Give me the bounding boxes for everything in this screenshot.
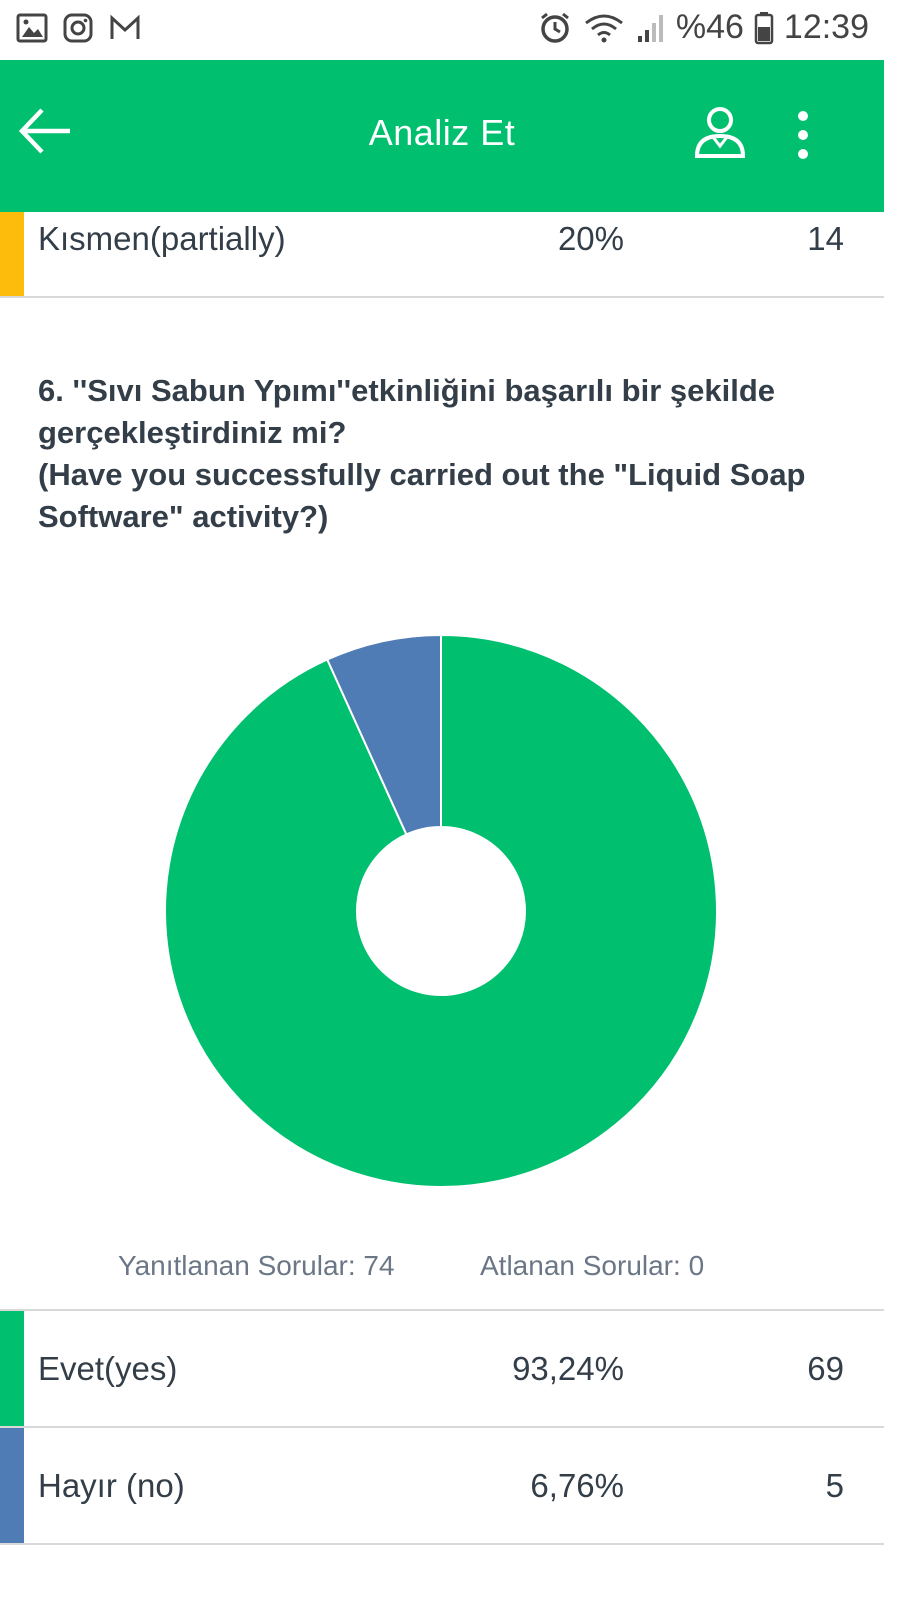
answer-color-bar <box>0 212 24 296</box>
answer-percent: 6,76% <box>530 1466 624 1504</box>
alarm-icon <box>540 12 569 43</box>
question-line: gerçekleştirdiniz mi? <box>38 415 347 450</box>
gmail-icon <box>110 14 140 39</box>
answer-count: 69 <box>807 1349 844 1387</box>
answer-row-no: Hayır (no) 6,76% 5 <box>0 1428 884 1545</box>
question-line: Software" activity?) <box>38 499 329 534</box>
skipped-count: Atlanan Sorular: 0 <box>480 1250 705 1281</box>
battery-icon <box>754 11 774 44</box>
more-vertical-icon[interactable] <box>788 110 818 160</box>
answered-count: Yanıtlanan Sorular: 74 <box>118 1250 395 1281</box>
answer-count: 14 <box>807 220 844 257</box>
user-icon[interactable] <box>693 104 747 160</box>
wifi-icon <box>584 14 623 42</box>
question-line: 6. ''Sıvı Sabun Ypımı''etkinliğini başar… <box>38 373 775 408</box>
answer-label: Hayır (no) <box>38 1466 185 1504</box>
clock: 12:39 <box>783 8 869 46</box>
answer-color-bar <box>0 1428 24 1543</box>
answer-percent: 20% <box>557 220 624 257</box>
answer-label: Kısmen(partially) <box>38 220 286 257</box>
app-bar: Analiz Et <box>0 60 884 212</box>
gallery-icon <box>16 13 48 43</box>
question-line: (Have you successfully carried out the "… <box>38 457 806 492</box>
answer-row-yes: Evet(yes) 93,24% 69 <box>0 1311 884 1428</box>
question-title: 6. ''Sıvı Sabun Ypımı''etkinliğini başar… <box>38 370 858 538</box>
answer-row-partially: Kısmen(partially) 20% 14 <box>0 212 884 298</box>
status-bar: %46 12:39 <box>0 0 899 60</box>
donut-chart <box>164 633 718 1188</box>
page-title: Analiz Et <box>368 112 516 153</box>
answer-color-bar <box>0 1311 24 1426</box>
answer-label: Evet(yes) <box>38 1349 178 1387</box>
signal-icon <box>637 14 663 42</box>
battery-percent: %46 <box>675 8 744 46</box>
answer-count: 5 <box>825 1466 844 1504</box>
answer-percent: 93,24% <box>512 1349 624 1387</box>
instagram-icon <box>63 13 93 43</box>
